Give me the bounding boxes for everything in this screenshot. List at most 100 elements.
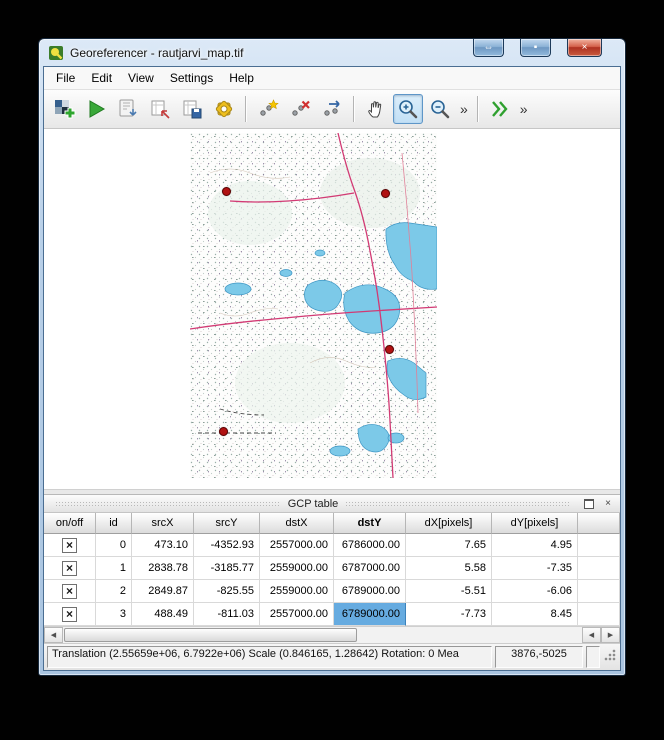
gcp-srcy-cell[interactable]: -825.55 (194, 580, 260, 603)
gcp-dstx-cell[interactable]: 2557000.00 (260, 603, 334, 626)
gcp-dy-cell[interactable]: -6.06 (492, 580, 578, 603)
gcp-id-cell[interactable]: 3 (96, 603, 132, 626)
gcp-enabled-checkbox[interactable]: × (62, 538, 77, 553)
scroll-left-button[interactable]: ◀ (44, 627, 63, 643)
col-dsty[interactable]: dstY (334, 513, 406, 534)
zoom-in-button[interactable] (393, 94, 423, 124)
gcp-table-hscrollbar[interactable]: ◀ ◀ ▶ (44, 626, 620, 643)
gcp-marker-2[interactable] (385, 345, 394, 354)
menu-help[interactable]: Help (221, 68, 262, 88)
toolbar-overflow-chevron[interactable]: » (517, 95, 531, 123)
gcp-dy-cell[interactable]: 4.95 (492, 534, 578, 557)
gcp-dstx-cell[interactable]: 2557000.00 (260, 534, 334, 557)
titlebar[interactable]: Georeferencer - rautjarvi_map.tif ⇔ ▪ × (39, 39, 625, 66)
gcp-marker-0[interactable] (222, 187, 231, 196)
gcp-id-cell[interactable]: 2 (96, 580, 132, 603)
gcp-table-row-0[interactable]: × 0 473.10 -4352.93 2557000.00 6786000.0… (44, 534, 620, 557)
gcp-srcx-cell[interactable]: 473.10 (132, 534, 194, 557)
save-gcp-points-button[interactable] (177, 94, 207, 124)
gcp-dstx-cell[interactable]: 2559000.00 (260, 557, 334, 580)
gcp-dx-cell[interactable]: -5.51 (406, 580, 492, 603)
menu-settings[interactable]: Settings (162, 68, 221, 88)
col-dy[interactable]: dY[pixels] (492, 513, 578, 534)
gcp-dock-titlebar[interactable]: GCP table × (44, 495, 620, 513)
col-onoff[interactable]: on/off (44, 513, 96, 534)
col-dx[interactable]: dX[pixels] (406, 513, 492, 534)
menu-view[interactable]: View (120, 68, 162, 88)
gcp-srcx-cell[interactable]: 488.49 (132, 603, 194, 626)
toolbar-overflow-chevron[interactable]: » (457, 95, 471, 123)
generate-gdal-script-button[interactable] (113, 94, 143, 124)
window-close-button[interactable]: × (567, 39, 602, 57)
gcp-dy-cell[interactable]: -7.35 (492, 557, 578, 580)
gcp-srcy-cell[interactable]: -811.03 (194, 603, 260, 626)
gcp-on-cell: × (44, 603, 96, 626)
gcp-marker-1[interactable] (381, 189, 390, 198)
raster-map-image (190, 133, 437, 478)
move-point-button[interactable] (317, 94, 347, 124)
status-mini-button[interactable] (586, 646, 600, 668)
dock-drag-handle[interactable] (345, 501, 571, 507)
transformation-settings-button[interactable] (209, 94, 239, 124)
gcp-dstx-cell[interactable]: 2559000.00 (260, 580, 334, 603)
gcp-dsty-cell[interactable]: 6789000.00 (334, 580, 406, 603)
gcp-id-cell[interactable]: 1 (96, 557, 132, 580)
gcp-dx-cell[interactable]: 5.58 (406, 557, 492, 580)
scrollbar-track[interactable] (63, 627, 582, 643)
gcp-marker-3[interactable] (219, 427, 228, 436)
map-canvas[interactable] (44, 129, 620, 489)
dock-drag-handle[interactable] (55, 501, 281, 507)
zoom-to-layer-button[interactable] (485, 94, 515, 124)
open-raster-button[interactable] (49, 94, 79, 124)
zoom-out-button[interactable] (425, 94, 455, 124)
col-srcx[interactable]: srcX (132, 513, 194, 534)
gcp-srcy-cell[interactable]: -4352.93 (194, 534, 260, 557)
delete-point-button[interactable] (285, 94, 315, 124)
gcp-table: on/off id srcX srcY dstX dstY dX[pixels]… (44, 513, 620, 626)
dock-float-button[interactable] (581, 496, 597, 511)
gcp-dx-cell[interactable]: 7.65 (406, 534, 492, 557)
gcp-table-row-3[interactable]: × 3 488.49 -811.03 2557000.00 6789000.00… (44, 603, 620, 626)
gcp-dock-title: GCP table (288, 498, 339, 510)
gcp-dx-cell[interactable]: -7.73 (406, 603, 492, 626)
gcp-dsty-cell[interactable]: 6787000.00 (334, 557, 406, 580)
start-georeferencing-button[interactable] (81, 94, 111, 124)
scroll-left-button-2[interactable]: ◀ (582, 627, 601, 643)
gcp-enabled-checkbox[interactable]: × (62, 584, 77, 599)
col-id[interactable]: id (96, 513, 132, 534)
resize-grip[interactable] (603, 646, 617, 668)
gcp-enabled-checkbox[interactable]: × (62, 607, 77, 622)
gcp-filler-cell (578, 534, 620, 557)
gcp-dsty-cell-selected[interactable]: 6789000.00 (334, 603, 406, 626)
gcp-srcx-cell[interactable]: 2849.87 (132, 580, 194, 603)
gcp-dsty-cell[interactable]: 6786000.00 (334, 534, 406, 557)
gcp-id-cell[interactable]: 0 (96, 534, 132, 557)
menubar: File Edit View Settings Help (44, 67, 620, 90)
window-maximize-button[interactable]: ▪ (520, 39, 551, 57)
scroll-right-button[interactable]: ▶ (601, 627, 620, 643)
gcp-table-header: on/off id srcX srcY dstX dstY dX[pixels]… (44, 513, 620, 534)
menu-edit[interactable]: Edit (83, 68, 120, 88)
pan-button[interactable] (361, 94, 391, 124)
gcp-filler-cell (578, 603, 620, 626)
menu-file[interactable]: File (48, 68, 83, 88)
toolbar-separator (477, 96, 479, 122)
col-srcy[interactable]: srcY (194, 513, 260, 534)
scrollbar-thumb[interactable] (64, 628, 357, 642)
toolbar-separator (245, 96, 247, 122)
add-point-button[interactable] (253, 94, 283, 124)
gcp-on-cell: × (44, 534, 96, 557)
gcp-srcy-cell[interactable]: -3185.77 (194, 557, 260, 580)
dock-close-button[interactable]: × (600, 496, 616, 511)
gcp-dy-cell[interactable]: 8.45 (492, 603, 578, 626)
gcp-srcx-cell[interactable]: 2838.78 (132, 557, 194, 580)
gcp-table-row-2[interactable]: × 2 2849.87 -825.55 2559000.00 6789000.0… (44, 580, 620, 603)
load-gcp-points-button[interactable] (145, 94, 175, 124)
col-dstx[interactable]: dstX (260, 513, 334, 534)
gcp-enabled-checkbox[interactable]: × (62, 561, 77, 576)
window-shade-button[interactable]: ⇔ (473, 39, 504, 57)
window-body: File Edit View Settings Help (43, 66, 621, 671)
gcp-dock: GCP table × on/off id srcX srcY dstX dst… (44, 494, 620, 643)
gcp-table-row-1[interactable]: × 1 2838.78 -3185.77 2559000.00 6787000.… (44, 557, 620, 580)
toolbar-separator (353, 96, 355, 122)
